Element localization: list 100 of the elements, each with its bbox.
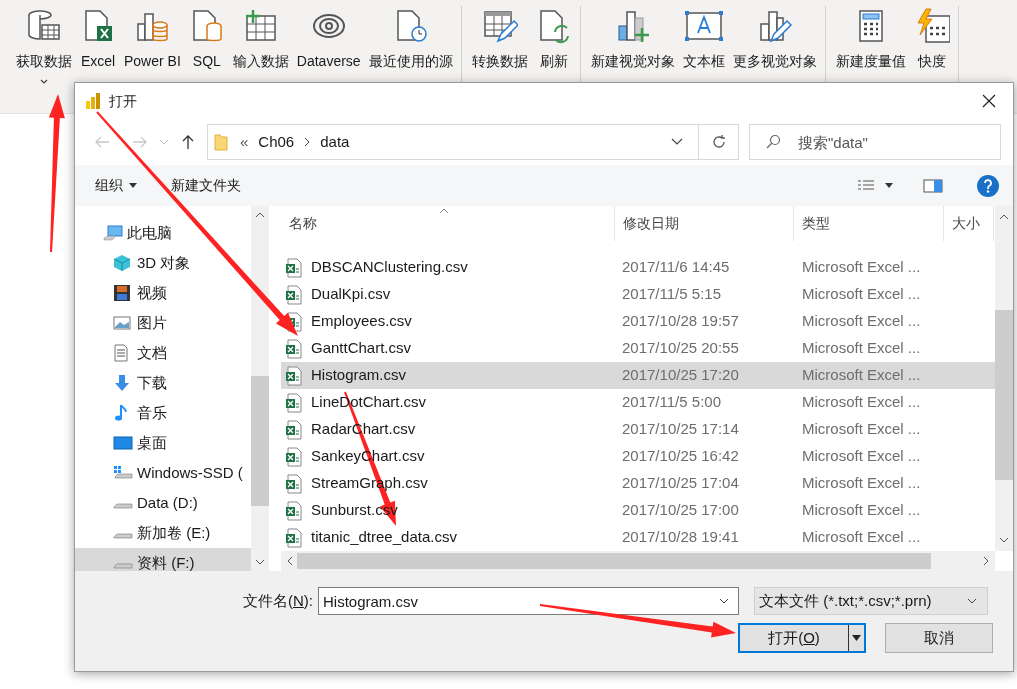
tree-item[interactable]: 下载 (75, 368, 251, 398)
column-header[interactable]: 修改日期 (615, 206, 794, 241)
scroll-thumb[interactable] (297, 553, 931, 569)
drive-icon (113, 465, 133, 481)
modified-date: 2017/10/25 17:14 (621, 419, 740, 440)
scrollbar[interactable] (995, 206, 1013, 551)
search-field[interactable]: 搜索"data" (749, 124, 1001, 160)
file-type: Microsoft Excel ... (801, 338, 922, 359)
ribbon-button[interactable]: 新建视觉对象 (586, 6, 679, 70)
file-type: Microsoft Excel ... (801, 392, 922, 413)
scroll-thumb[interactable] (251, 376, 269, 506)
close-icon (982, 94, 996, 108)
file-row[interactable]: titanic_dtree_data.csv 2017/10/28 19:41 Microsoft Excel ... (281, 524, 995, 551)
excel-file-icon (285, 392, 303, 413)
chevron-left-icon (287, 556, 293, 566)
new-folder-button[interactable]: 新建文件夹 (171, 175, 241, 196)
file-type: Microsoft Excel ... (801, 257, 922, 278)
ribbon-button[interactable]: 快度 (909, 6, 954, 70)
file-row[interactable]: DualKpi.csv 2017/11/5 5:15 Microsoft Excel ... (281, 281, 995, 308)
scroll-thumb[interactable] (995, 310, 1013, 480)
tree-item[interactable]: 此电脑 (75, 218, 251, 248)
excel-file-icon (285, 284, 303, 305)
organize-button[interactable]: 组织 (95, 175, 137, 196)
cube-icon (113, 254, 131, 272)
drive-icon (113, 563, 133, 569)
ribbon-button[interactable]: 输入数据 (228, 6, 293, 70)
ribbon-button[interactable]: Dataverse (292, 6, 365, 70)
chevron-down-icon[interactable] (671, 138, 683, 146)
open-split-button[interactable]: 打开(O) (738, 623, 866, 653)
file-row[interactable]: DBSCANClustering.csv 2017/11/6 14:45 Microsoft Excel ... (281, 254, 995, 281)
excel-file-icon (285, 338, 303, 359)
tree-item[interactable]: 视频 (75, 278, 251, 308)
down-arrow-icon (113, 374, 131, 392)
file-row[interactable]: Histogram.csv 2017/10/25 17:20 Microsoft Excel ... (281, 362, 995, 389)
ribbon-button[interactable]: 文本框 (678, 6, 729, 70)
breadcrumb-item[interactable]: data (320, 130, 350, 154)
file-type: Microsoft Excel ... (801, 284, 922, 305)
up-arrow-icon (181, 134, 195, 150)
column-header[interactable]: 名称 (281, 206, 615, 241)
column-header[interactable]: 类型 (794, 206, 944, 241)
path-overflow[interactable]: « (240, 130, 249, 154)
tree-item[interactable]: 桌面 (75, 428, 251, 458)
tree-item[interactable]: 资料 (F:) (75, 548, 251, 571)
chevron-up-icon (999, 214, 1009, 220)
tree-item[interactable]: 文档 (75, 338, 251, 368)
file-row[interactable]: GanttChart.csv 2017/10/25 20:55 Microsoft Excel ... (281, 335, 995, 362)
file-type: Microsoft Excel ... (801, 365, 922, 386)
file-name: Employees.csv (311, 311, 412, 332)
ribbon-button[interactable]: 新建度量值 (831, 6, 910, 70)
desktop-icon (113, 435, 133, 451)
ribbon-button[interactable]: 更多视觉对象 (728, 6, 821, 70)
help-icon (983, 178, 993, 193)
caret-icon (129, 183, 137, 188)
chevron-up-icon (255, 212, 265, 218)
chevron-down-icon[interactable] (719, 598, 729, 604)
chevron-down-icon (39, 78, 49, 86)
tree-item[interactable]: 音乐 (75, 398, 251, 428)
help-button[interactable] (977, 174, 999, 197)
breadcrumb-item[interactable]: Ch06 (258, 130, 295, 154)
cancel-button[interactable]: 取消 (885, 623, 993, 653)
tree-item[interactable]: Data (D:) (75, 488, 251, 518)
excel-file-icon (285, 473, 303, 494)
excel-file-icon (285, 500, 303, 521)
scrollbar[interactable] (251, 206, 269, 571)
modified-date: 2017/11/6 14:45 (621, 257, 731, 278)
ribbon-button[interactable]: SQL (184, 6, 229, 70)
address-bar[interactable]: « Ch06 data (207, 124, 739, 160)
pane-icon (923, 178, 943, 193)
modified-date: 2017/10/28 19:41 (621, 527, 740, 548)
chevron-right-icon (983, 556, 989, 566)
ribbon-button[interactable]: 转换数据 (467, 6, 532, 70)
tree-item[interactable]: 图片 (75, 308, 251, 338)
file-name-label: 文件名(N): (242, 590, 314, 611)
modified-date: 2017/10/25 20:55 (621, 338, 740, 359)
scrollbar[interactable] (281, 551, 995, 571)
dialog-title: 打开 (109, 91, 137, 111)
drive-icon (113, 503, 133, 509)
ribbon-button[interactable]: Power BI (120, 6, 185, 70)
file-name-field[interactable]: Histogram.csv (318, 587, 739, 615)
modified-date: 2017/10/25 17:20 (621, 365, 740, 386)
music-note-icon (113, 404, 129, 422)
search-icon (765, 134, 781, 150)
tree-item[interactable]: Windows-SSD ( (75, 458, 251, 488)
tree-item[interactable]: 3D 对象 (75, 248, 251, 278)
file-name: GanttChart.csv (311, 338, 412, 359)
file-name: titanic_dtree_data.csv (311, 527, 457, 548)
file-type: Microsoft Excel ... (801, 311, 922, 332)
file-type-select[interactable]: 文本文件 (*.txt;*.csv;*.prn) (754, 587, 988, 615)
ribbon-button[interactable]: 获取数据 (12, 6, 76, 86)
preview-pane-button[interactable] (923, 178, 943, 193)
ribbon-button[interactable]: 刷新 (531, 6, 576, 70)
file-type: Microsoft Excel ... (801, 446, 922, 467)
ribbon-button[interactable]: 最近使用的源 (364, 6, 457, 70)
chevron-down-icon (999, 537, 1009, 543)
column-header[interactable]: 大小 (944, 206, 994, 241)
computer-icon (103, 225, 123, 241)
view-button[interactable] (857, 178, 893, 193)
chevron-down-icon (255, 559, 265, 565)
tree-item[interactable]: 新加卷 (E:) (75, 518, 251, 548)
ribbon-button[interactable]: Excel (76, 6, 120, 70)
